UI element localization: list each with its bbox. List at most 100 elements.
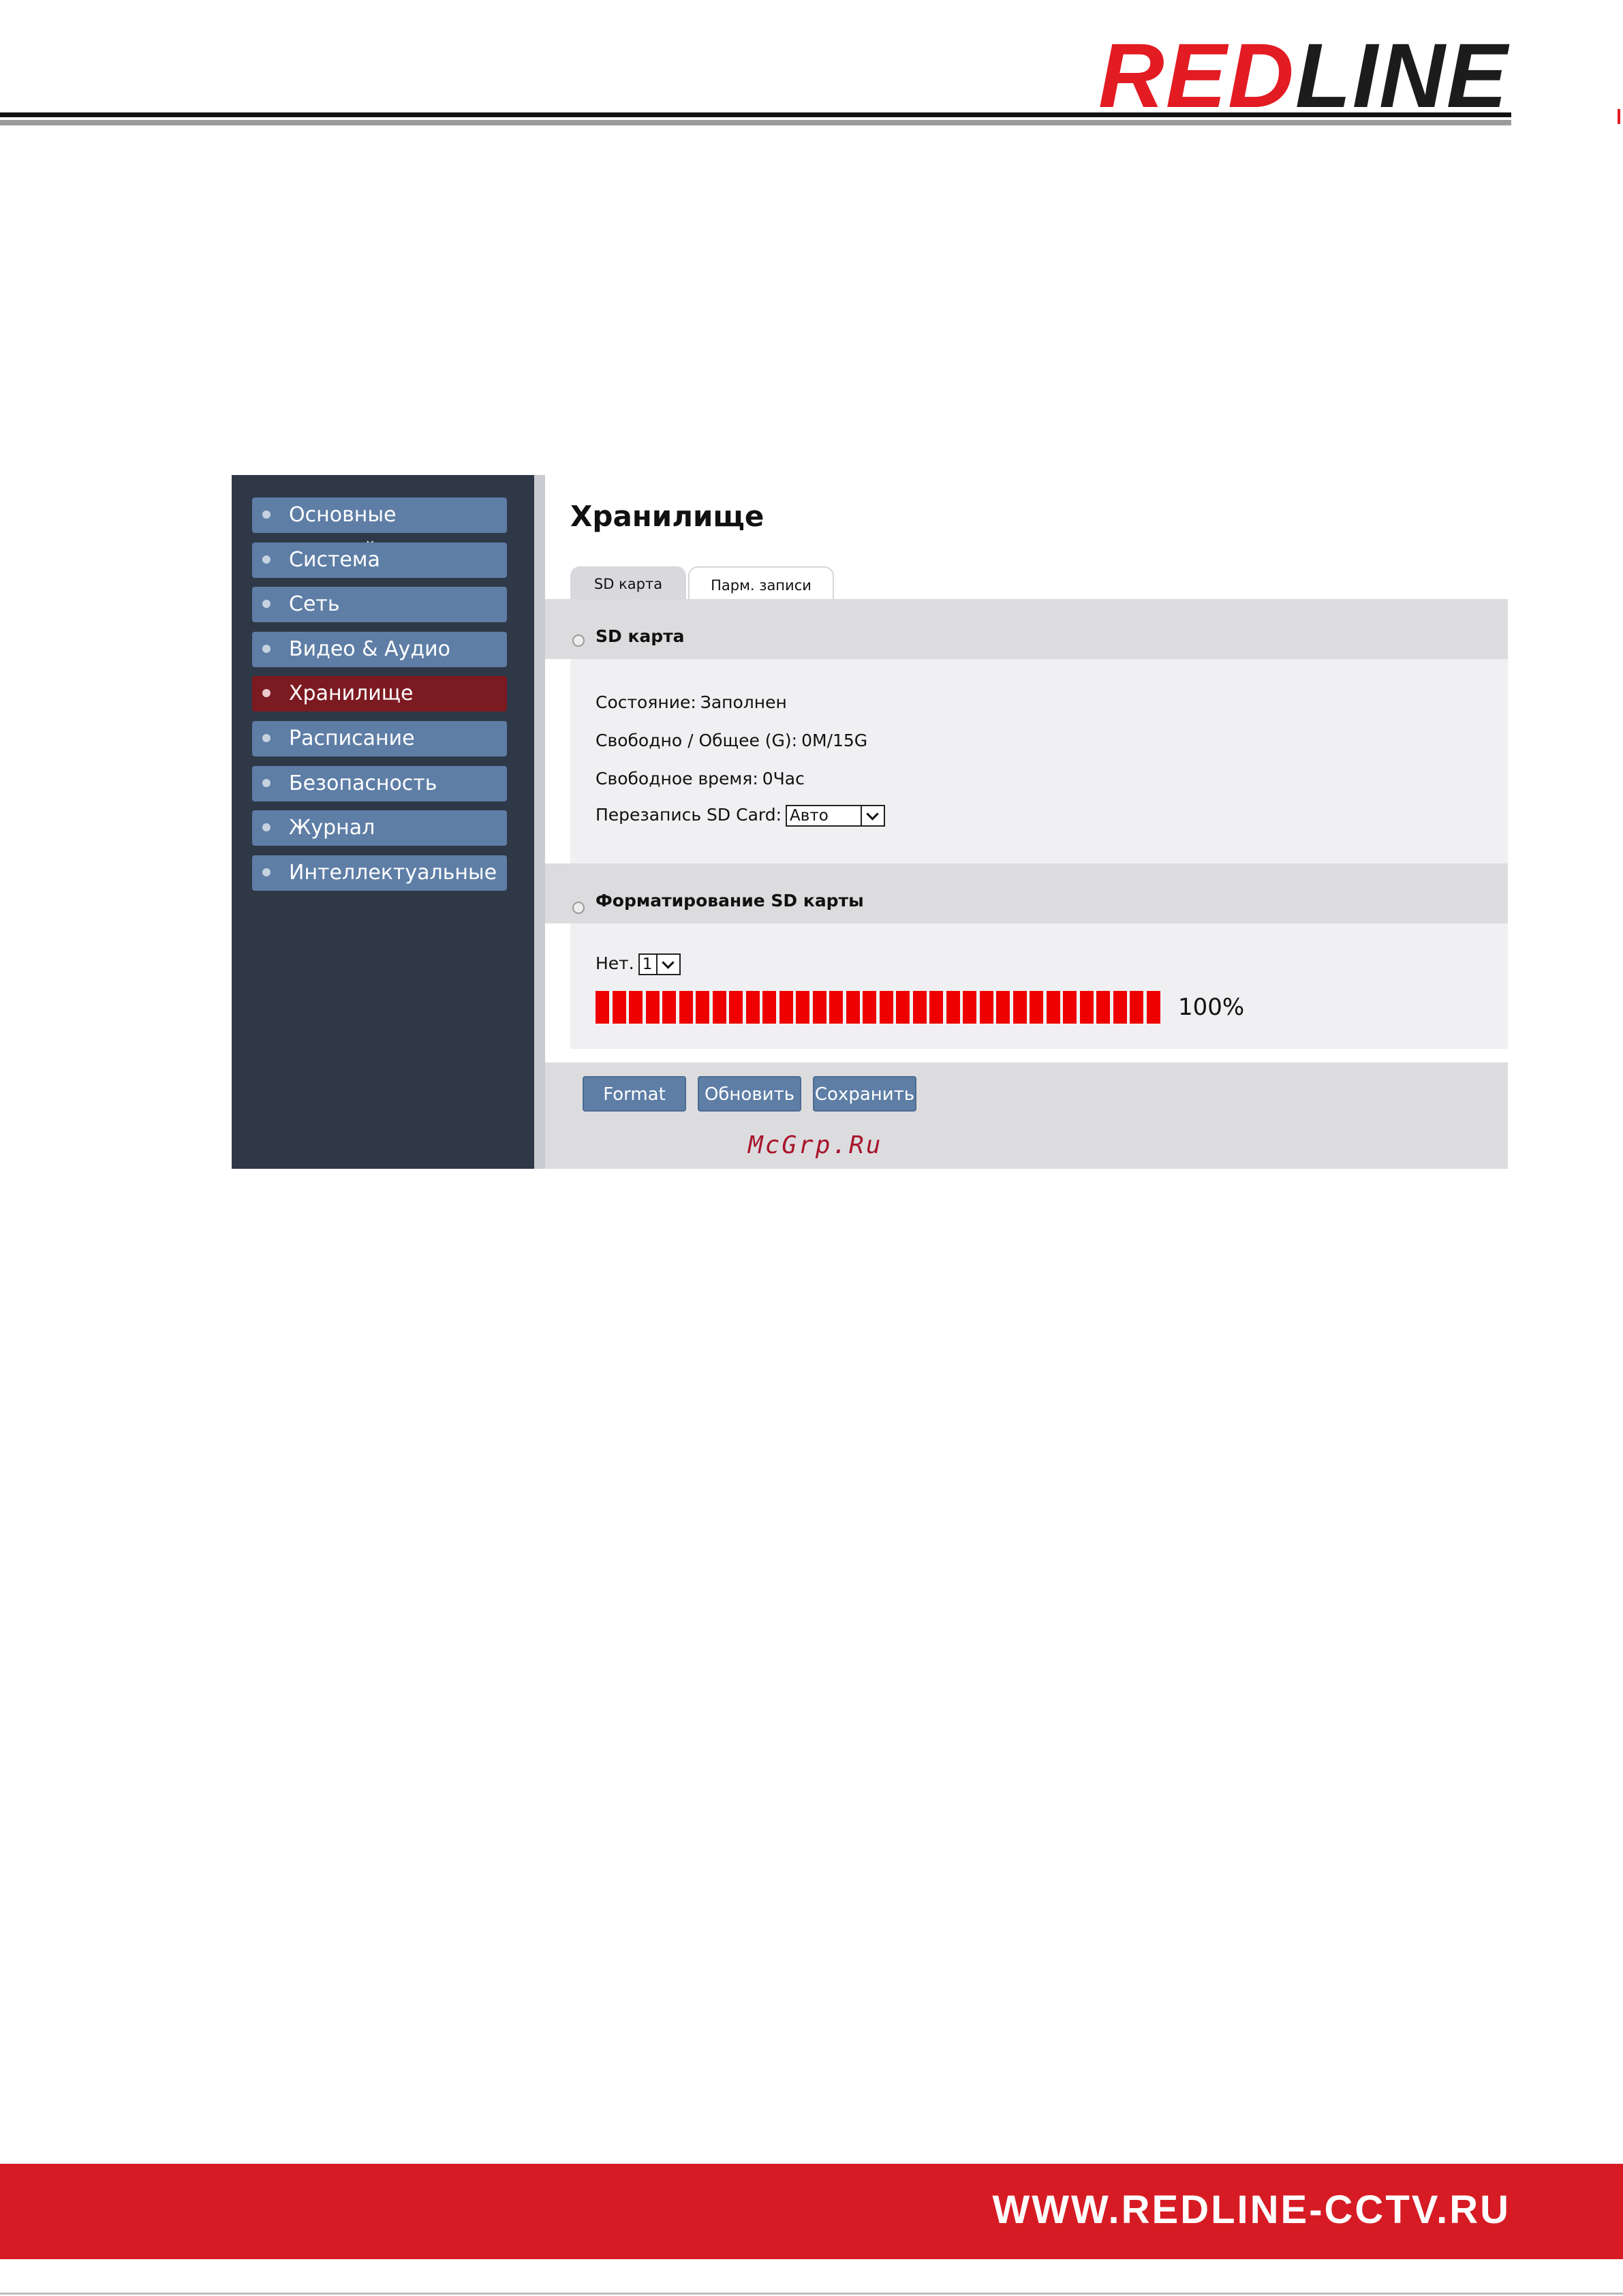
watermark: McGrp.Ru — [748, 1131, 883, 1159]
status-label: Состояние: — [596, 692, 696, 712]
progress-segment — [596, 991, 609, 1024]
logo-dark-part: LINE — [1295, 25, 1509, 127]
sidebar-item-label: Видео & Аудио — [289, 637, 450, 661]
sidebar-item-label: Хранилище — [289, 682, 414, 705]
progress-segment — [796, 991, 809, 1024]
progress-segment — [1046, 991, 1060, 1024]
progress-segment — [929, 991, 943, 1024]
page-title: Хранилище — [570, 500, 764, 533]
main-content: Хранилище SD карта Парм. записи SD карта… — [545, 475, 1508, 1169]
progress-segment — [879, 991, 893, 1024]
bullet-icon — [262, 868, 270, 876]
progress-segment — [696, 991, 709, 1024]
overwrite-select[interactable]: Авто — [786, 805, 886, 827]
bullet-icon — [262, 555, 270, 564]
progress-segment — [1096, 991, 1110, 1024]
progress-percent: 100% — [1178, 994, 1245, 1021]
format-section-header: Форматирование SD карты — [545, 863, 1508, 923]
format-progress-bar — [596, 991, 1164, 1024]
progress-segment — [963, 991, 976, 1024]
section-bullet-icon — [572, 634, 585, 647]
disk-number-row: Нет. 1 — [596, 953, 681, 975]
tab-sd-card[interactable]: SD карта — [570, 566, 686, 599]
bullet-icon — [262, 689, 270, 697]
sidebar-item-label: Расписание — [289, 726, 415, 750]
progress-segment — [712, 991, 726, 1024]
free-total-value: 0M/15G — [801, 731, 868, 750]
sidebar-item-security[interactable]: Безопасность — [252, 766, 507, 801]
progress-segment — [829, 991, 843, 1024]
header-rule — [0, 112, 1511, 117]
sidebar-item-schedule[interactable]: Расписание — [252, 721, 507, 756]
sidebar-item-label: Система — [289, 548, 380, 572]
progress-segment — [629, 991, 643, 1024]
overwrite-row: Перезапись SD Card: Авто — [596, 805, 886, 827]
sidebar-item-network[interactable]: Сеть — [252, 587, 507, 622]
progress-segment — [1130, 991, 1143, 1024]
progress-segment — [729, 991, 743, 1024]
progress-segment — [863, 991, 876, 1024]
free-time-row: Свободное время: 0Час — [596, 769, 805, 789]
progress-segment — [645, 991, 660, 1024]
bullet-icon — [262, 779, 270, 787]
format-panel — [570, 923, 1508, 1049]
section-title: SD карта — [596, 626, 685, 646]
section-title: Форматирование SD карты — [596, 891, 864, 910]
status-row: Состояние: Заполнен — [596, 692, 787, 712]
sidebar-item-label: Интеллектуальные — [289, 861, 497, 885]
bullet-icon — [262, 734, 270, 742]
sidebar-item-label: Сеть — [289, 592, 340, 616]
redline-logo: REDLINE — [1098, 31, 1509, 122]
header-rule-shadow — [0, 120, 1511, 125]
sidebar-item-intelligent[interactable]: Интеллектуальные — [252, 855, 507, 891]
disk-number-select[interactable]: 1 — [638, 953, 681, 975]
overwrite-select-value: Авто — [790, 807, 829, 825]
sidebar-item-storage[interactable]: Хранилище — [252, 676, 507, 711]
progress-segment — [1063, 991, 1077, 1024]
progress-segment — [1013, 991, 1027, 1024]
progress-segment — [1113, 991, 1127, 1024]
progress-segment — [679, 991, 693, 1024]
edge-mark — [1618, 109, 1620, 124]
footer-url: WWW.REDLINE-CCTV.RU — [992, 2188, 1511, 2232]
progress-segment — [779, 991, 793, 1024]
progress-segment — [762, 991, 776, 1024]
progress-segment — [812, 991, 826, 1024]
progress-segment — [946, 991, 960, 1024]
bullet-icon — [262, 823, 270, 831]
progress-segment — [996, 991, 1010, 1024]
button-bar — [545, 1062, 1508, 1169]
sd-card-panel — [570, 659, 1508, 863]
progress-segment — [846, 991, 860, 1024]
progress-segment — [662, 991, 676, 1024]
progress-segment — [1030, 991, 1043, 1024]
sidebar-item-video-audio[interactable]: Видео & Аудио — [252, 632, 507, 667]
sd-card-section-header: SD карта — [545, 599, 1508, 659]
progress-segment — [612, 991, 626, 1024]
progress-segment — [979, 991, 993, 1024]
sidebar-divider — [534, 475, 545, 1169]
save-button[interactable]: Сохранить — [813, 1076, 916, 1112]
web-ui-screenshot: Основные настройки Система Сеть Видео & … — [232, 475, 1508, 1169]
progress-segment — [912, 991, 927, 1024]
refresh-button[interactable]: Обновить — [698, 1076, 801, 1112]
tab-record-params[interactable]: Парм. записи — [688, 566, 834, 599]
free-time-label: Свободное время: — [596, 769, 758, 789]
format-button[interactable]: Format — [583, 1076, 686, 1112]
progress-segment — [896, 991, 910, 1024]
sidebar-item-log[interactable]: Журнал — [252, 810, 507, 846]
sidebar-item-label: Безопасность — [289, 771, 437, 795]
sidebar: Основные настройки Система Сеть Видео & … — [232, 475, 534, 1169]
bullet-icon — [262, 600, 270, 608]
disk-number-value: 1 — [642, 955, 653, 973]
progress-segment — [1146, 991, 1160, 1024]
bullet-icon — [262, 510, 270, 519]
sidebar-item-system[interactable]: Система — [252, 542, 507, 578]
sidebar-item-basic-settings[interactable]: Основные настройки — [252, 498, 507, 562]
chevron-down-icon — [861, 806, 884, 825]
footer-rule — [0, 2293, 1623, 2295]
free-total-label: Свободно / Общее (G): — [596, 731, 798, 750]
section-bullet-icon — [572, 902, 585, 914]
progress-segment — [1079, 991, 1094, 1024]
chevron-down-icon — [655, 955, 679, 974]
